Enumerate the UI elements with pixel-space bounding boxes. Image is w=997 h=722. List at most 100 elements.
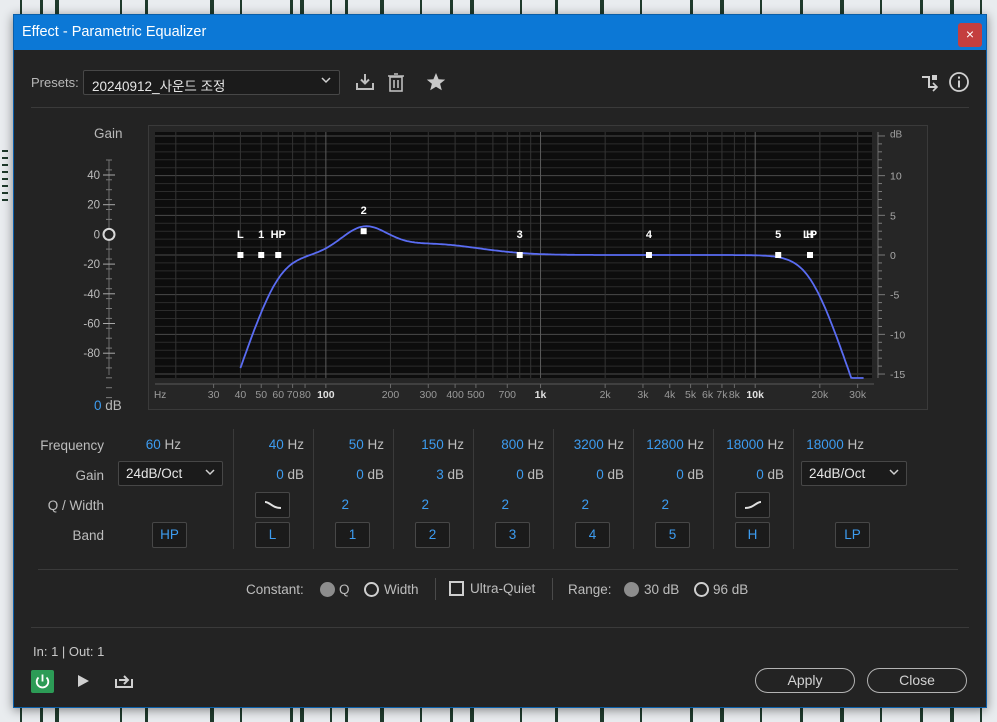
band4-gain[interactable]: 0 dB [552, 467, 624, 482]
freq-tick-label: 400 [446, 389, 464, 401]
band5-gain-value[interactable]: 0 [676, 467, 684, 482]
waveform-stripe [40, 0, 43, 14]
band-button-lp[interactable]: LP [835, 522, 870, 548]
range-30db-radio[interactable] [624, 582, 639, 597]
presets-dropdown[interactable]: 20240912_사운드 조정 [83, 70, 340, 95]
waveform-stripe [520, 708, 522, 722]
master-gain-slider[interactable]: 40 20 0 -20 -40 -60 -80 [14, 155, 144, 455]
band5-gain[interactable]: 0 dB [632, 467, 704, 482]
band3-gain[interactable]: 0 dB [472, 467, 544, 482]
lp-frequency[interactable]: 18000 Hz [792, 437, 864, 452]
ultra-quiet-label[interactable]: Ultra-Quiet [470, 581, 535, 596]
trash-icon[interactable] [385, 71, 407, 93]
waveform-stripe [2, 199, 8, 201]
band2-q[interactable]: 2 [357, 497, 429, 512]
power-toggle-button[interactable] [31, 670, 54, 693]
presets-label: Presets: [31, 75, 79, 90]
waveform-stripe [240, 0, 242, 14]
band3-q-value[interactable]: 2 [501, 497, 509, 512]
waveform-stripe [450, 708, 453, 722]
constant-width-radio[interactable] [364, 582, 379, 597]
band4-frequency[interactable]: 3200 Hz [552, 437, 624, 452]
band-button-hp[interactable]: HP [152, 522, 187, 548]
band2-gain[interactable]: 3 dB [392, 467, 464, 482]
loop-playback-icon[interactable] [114, 671, 134, 689]
band4-q-value[interactable]: 2 [581, 497, 589, 512]
download-icon[interactable] [354, 71, 376, 93]
title-bar[interactable]: Effect - Parametric Equalizer × [14, 15, 986, 50]
band1-gain-value[interactable]: 0 [356, 467, 364, 482]
band3-frequency[interactable]: 800 Hz [472, 437, 544, 452]
h-frequency-value[interactable]: 18000 [726, 437, 764, 452]
lp-frequency-unit: Hz [847, 437, 865, 452]
band5-q[interactable]: 2 [597, 497, 669, 512]
constant-width-label[interactable]: Width [384, 582, 419, 597]
band1-frequency[interactable]: 50 Hz [312, 437, 384, 452]
band-button-5[interactable]: 5 [655, 522, 690, 548]
apply-button[interactable]: Apply [755, 668, 855, 693]
hp-frequency-value[interactable]: 60 [146, 437, 161, 452]
constant-q-label[interactable]: Q [339, 582, 350, 597]
range-96db-radio[interactable] [694, 582, 709, 597]
waveform-stripe [600, 708, 604, 722]
band-button-3[interactable]: 3 [495, 522, 530, 548]
play-icon[interactable] [76, 674, 90, 688]
close-window-button[interactable]: × [958, 23, 982, 47]
waveform-stripe [420, 0, 422, 14]
lp-slope-dropdown[interactable]: 24dB/Oct [801, 461, 907, 486]
h-frequency[interactable]: 18000 Hz [712, 437, 784, 452]
l-frequency[interactable]: 40 Hz [232, 437, 304, 452]
band4-q[interactable]: 2 [517, 497, 589, 512]
ultra-quiet-checkbox[interactable] [449, 581, 464, 596]
band4-frequency-value[interactable]: 3200 [574, 437, 604, 452]
band2-frequency[interactable]: 150 Hz [392, 437, 464, 452]
close-button[interactable]: Close [867, 668, 967, 693]
band-button-2[interactable]: 2 [415, 522, 450, 548]
h-gain-value[interactable]: 0 [756, 467, 764, 482]
waveform-stripe [2, 171, 8, 173]
high-shelf-icon [744, 501, 761, 509]
waveform-stripe [300, 708, 304, 722]
eq-curve-graph[interactable]: Hz 30 40 50 60 70 80 100 200 300 400 500 700 1k 2k 3k 4k… [149, 126, 929, 411]
band5-q-value[interactable]: 2 [661, 497, 669, 512]
db-tick-label: 0 [890, 250, 896, 262]
hp-slope-dropdown[interactable]: 24dB/Oct [118, 461, 223, 486]
info-icon[interactable] [948, 71, 970, 93]
band-button-1[interactable]: 1 [335, 522, 370, 548]
band-button-4[interactable]: 4 [575, 522, 610, 548]
band1-q-value[interactable]: 2 [341, 497, 349, 512]
band5-frequency-value[interactable]: 12800 [646, 437, 684, 452]
band2-frequency-value[interactable]: 150 [421, 437, 444, 452]
l-frequency-value[interactable]: 40 [269, 437, 284, 452]
band-button-h[interactable]: H [735, 522, 770, 548]
star-icon[interactable] [425, 71, 447, 93]
range-30db-label[interactable]: 30 dB [644, 582, 679, 597]
freq-tick-label: 80 [299, 389, 311, 401]
band-node-5 [775, 252, 782, 258]
band1-gain[interactable]: 0 dB [312, 467, 384, 482]
band1-q[interactable]: 2 [277, 497, 349, 512]
waveform-stripe [210, 0, 214, 14]
hp-slope-value: 24dB/Oct [126, 466, 183, 481]
band2-q-value[interactable]: 2 [421, 497, 429, 512]
waveform-stripe [300, 0, 304, 14]
gain-tick-label: 40 [87, 170, 100, 182]
band3-gain-value[interactable]: 0 [516, 467, 524, 482]
routing-icon[interactable] [919, 71, 941, 93]
band1-frequency-value[interactable]: 50 [349, 437, 364, 452]
high-shelf-button[interactable] [735, 492, 770, 518]
waveform-stripe [950, 0, 954, 14]
band4-gain-value[interactable]: 0 [596, 467, 604, 482]
lp-frequency-value[interactable]: 18000 [806, 437, 844, 452]
constant-q-radio[interactable] [320, 582, 335, 597]
band3-frequency-value[interactable]: 800 [501, 437, 524, 452]
hp-frequency[interactable]: 60 Hz [109, 437, 181, 452]
l-gain-value[interactable]: 0 [276, 467, 284, 482]
l-gain[interactable]: 0 dB [232, 467, 304, 482]
band3-q[interactable]: 2 [437, 497, 509, 512]
range-96db-label[interactable]: 96 dB [713, 582, 748, 597]
h-gain[interactable]: 0 dB [712, 467, 784, 482]
band5-frequency[interactable]: 12800 Hz [632, 437, 704, 452]
band-button-l[interactable]: L [255, 522, 290, 548]
band2-gain-value[interactable]: 3 [436, 467, 444, 482]
